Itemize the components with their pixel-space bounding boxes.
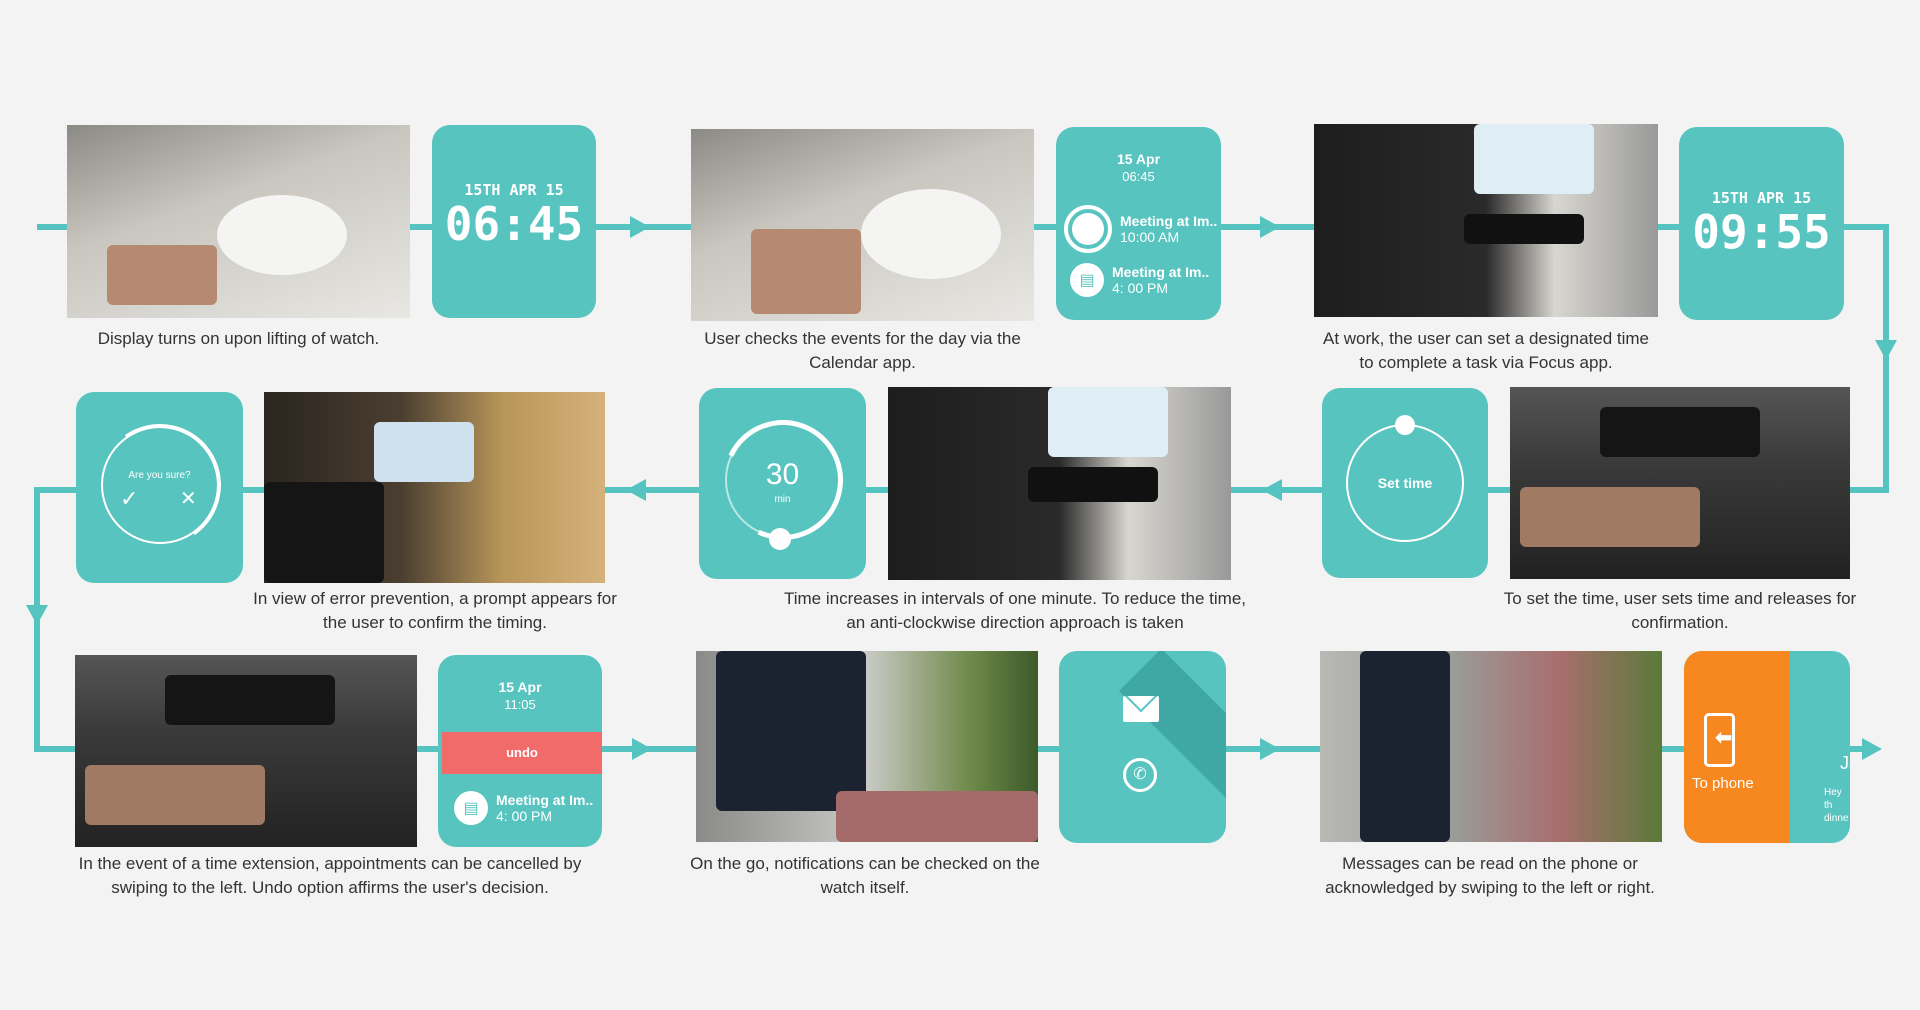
watch-set-time: Set time [1322, 388, 1488, 578]
watch-time: 06:45 [444, 197, 584, 251]
watch-calendar-app: 15 Apr 06:45 Meeting at Im.. 10:00 AM ▤ Me… [1056, 127, 1221, 320]
cancel-button[interactable]: ✕ [180, 486, 197, 511]
step-caption: In view of error prevention, a prompt ap… [253, 589, 617, 632]
event-title: Meeting at Im.. [496, 792, 594, 808]
watch-timer: 30 min [699, 388, 866, 579]
mail-icon[interactable] [1123, 696, 1159, 722]
photo-user-at-desk [1314, 124, 1658, 317]
step-caption: Display turns on upon lifting of watch. [97, 329, 380, 348]
photo-rotating-bezel [888, 387, 1231, 580]
event-time: 4: 00 PM [1112, 280, 1169, 296]
photo-checking-events [691, 129, 1034, 321]
event-time: 10:00 AM [1120, 229, 1180, 245]
photo-lifting-watch [67, 125, 410, 318]
event-item[interactable]: Meeting at Im.. 10:00 AM [1064, 205, 1217, 253]
dial-handle[interactable] [769, 528, 791, 550]
step-caption: Messages can be read on the phone or ack… [1325, 854, 1655, 897]
watch-date: 15 Apr [498, 679, 542, 695]
set-time-label: Set time [1377, 475, 1433, 491]
watch-clock-face: 15TH APR 15 06:45 [432, 125, 596, 318]
step-caption: At work, the user can set a designated t… [1322, 329, 1649, 372]
circle-icon [1064, 205, 1112, 253]
watch-notifications: ✆ [1059, 651, 1226, 843]
dial-handle[interactable] [1395, 415, 1415, 435]
arrow-down-icon [1875, 340, 1897, 360]
peek-name: Ja [1840, 753, 1850, 773]
watch-time: 11:05 [504, 697, 536, 712]
event-title: Meeting at Im.. [1112, 264, 1210, 280]
calendar-icon: ▤ [1070, 263, 1104, 297]
arrow-down-icon [26, 605, 48, 625]
calendar-icon: ▤ [454, 791, 488, 825]
phone-arrow-icon: ⬅ [1704, 713, 1735, 767]
step-caption: Time increases in intervals of one minut… [783, 589, 1247, 632]
arrow-left-icon [626, 479, 646, 501]
arrow-right-icon [630, 216, 650, 238]
photo-setting-time [1510, 387, 1850, 579]
watch-message-actions: ⬅ To phone Ja Hey thdinne [1684, 651, 1850, 843]
photo-reading-messages [1320, 651, 1662, 842]
prompt-text: Are you sure? [128, 470, 191, 481]
whatsapp-icon[interactable]: ✆ [1123, 758, 1157, 792]
arrow-right-icon [1260, 738, 1280, 760]
photo-confirm-prompt [264, 392, 605, 583]
photo-cancel-appointment [75, 655, 417, 847]
watch-date: 15 Apr [1116, 151, 1161, 167]
step-caption: User checks the events for the day via t… [704, 329, 1021, 372]
timer-unit: min [774, 494, 791, 505]
event-item[interactable]: ▤ Meeting at Im.. 4: 00 PM [454, 791, 593, 825]
confirm-button[interactable]: ✓ [120, 486, 138, 512]
arrow-left-icon [1262, 479, 1282, 501]
peek-message: Hey th dinne [1824, 787, 1849, 824]
undo-button[interactable]: undo [442, 732, 602, 774]
event-item[interactable]: ▤ Meeting at Im.. 4: 00 PM [1070, 263, 1209, 297]
watch-time: 06:45 [1122, 169, 1155, 184]
arrow-right-icon [632, 738, 652, 760]
watch-time: 09:55 [1692, 205, 1831, 259]
to-phone-button[interactable]: ⬅ To phone [1684, 651, 1790, 843]
event-title: Meeting at Im.. [1120, 213, 1218, 229]
watch-clock-face: 15TH APR 15 09:55 [1679, 127, 1844, 320]
step-caption: To set the time, user sets time and rele… [1503, 589, 1857, 632]
arrow-right-icon [1260, 216, 1280, 238]
photo-on-the-go [696, 651, 1038, 842]
watch-confirm-prompt: Are you sure? ✓ ✕ [76, 392, 243, 583]
timer-value: 30 [765, 458, 800, 491]
step-caption: In the event of a time extension, appoin… [78, 854, 582, 897]
watch-undo: 15 Apr 11:05 undo ▤ Meeting at Im.. 4: 00 … [438, 655, 602, 847]
to-phone-label: To phone [1692, 775, 1754, 792]
event-time: 4: 00 PM [496, 808, 553, 824]
time-dial[interactable]: Set time [1346, 424, 1464, 542]
arrow-right-icon [1862, 738, 1882, 760]
step-caption: On the go, notifications can be checked … [690, 854, 1040, 897]
